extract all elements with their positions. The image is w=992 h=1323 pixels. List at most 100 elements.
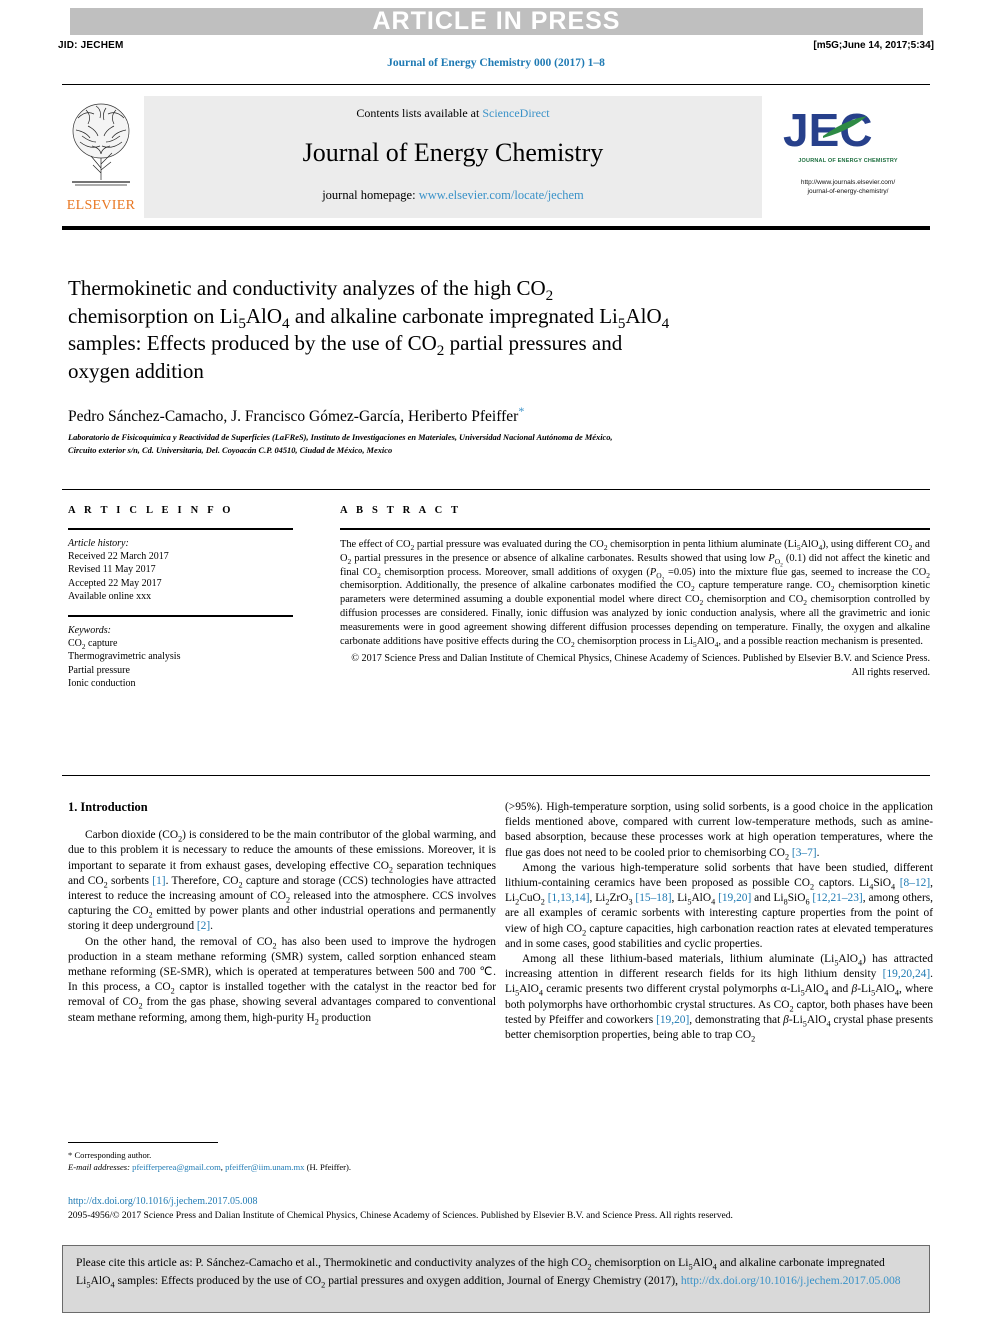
cite-mid-6: partial pressures and oxygen addition, J…	[325, 1273, 681, 1287]
citation-link[interactable]: [19,20]	[718, 892, 751, 904]
citation-link[interactable]: [8–12]	[900, 877, 930, 889]
footnote-rule	[68, 1142, 218, 1143]
masthead-bottom-rule	[62, 226, 930, 230]
article-info-rule	[68, 528, 293, 530]
citation-link[interactable]: [1]	[152, 875, 165, 887]
citation-link[interactable]: [12,21–23]	[812, 892, 862, 904]
title-part-2d: AlO	[625, 303, 662, 328]
cite-prefix: Please cite this article as: P. Sánchez-…	[76, 1256, 588, 1269]
paragraph: Carbon dioxide (CO2) is considered to be…	[68, 829, 497, 933]
article-info-column: A R T I C L E I N F O Article history: R…	[68, 505, 293, 690]
email-link-2[interactable]: pfeiffer@iim.unam.mx	[225, 1162, 304, 1172]
body-column-left: 1. Introduction Carbon dioxide (CO2) is …	[68, 800, 496, 1026]
keywords-block: Keywords: CO2 capture Thermogravimetric …	[68, 624, 293, 690]
title-sub-2: 5	[238, 315, 246, 332]
abstract-rule	[340, 528, 930, 530]
jec-logo-subtitle: JOURNAL OF ENERGY CHEMISTRY	[798, 158, 898, 164]
cite-this-article-box: Please cite this article as: P. Sánchez-…	[62, 1245, 930, 1313]
paragraph: On the other hand, the removal of CO2 ha…	[68, 935, 497, 1026]
masthead-top-rule	[62, 84, 930, 85]
article-history-block: Article history: Received 22 March 2017 …	[68, 537, 293, 603]
jec-logo-panel: JEC JOURNAL OF ENERGY CHEMISTRY http://w…	[766, 96, 930, 218]
elsevier-wordmark: ELSEVIER	[66, 198, 136, 213]
elsevier-logo: ELSEVIER	[62, 96, 140, 218]
email-suffix: (H. Pfeiffer).	[306, 1162, 352, 1172]
history-item: Received 22 March 2017	[68, 551, 169, 563]
affiliation-line-2: Circuito exterior s/n, Cd. Universitaria…	[68, 445, 393, 455]
title-sub-5: 4	[661, 315, 670, 332]
body-column-right: (>95%). High-temperature sorption, using…	[505, 800, 933, 1043]
cite-mid-2: AlO	[692, 1256, 713, 1269]
article-in-press-banner: ARTICLE IN PRESS	[70, 8, 923, 35]
affiliation-block: Laboratorio de Fisicoquímica y Reactivid…	[68, 432, 898, 457]
running-head: Journal of Energy Chemistry 000 (2017) 1…	[387, 57, 605, 69]
citation-link[interactable]: [19,20]	[656, 1014, 689, 1026]
contents-prefix: Contents lists available at	[356, 106, 483, 120]
keyword-item: Ionic conduction	[68, 677, 136, 689]
paragraph: Among all these lithium-based materials,…	[505, 953, 933, 1044]
title-part-2a: chemisorption on Li	[68, 303, 239, 328]
footer-copyright: 2095-4956/© 2017 Science Press and Dalia…	[68, 1210, 733, 1221]
sciencedirect-link[interactable]: ScienceDirect	[482, 106, 549, 120]
jec-logo-graphic: JEC	[766, 104, 930, 161]
abstract-body: The effect of CO2 partial pressure was e…	[340, 539, 931, 649]
corresponding-author-note: * Corresponding author.	[68, 1150, 152, 1160]
citation-link[interactable]: [3–7]	[792, 847, 817, 859]
cite-mid-1: chemisorption on Li	[591, 1256, 689, 1269]
homepage-prefix: journal homepage:	[322, 188, 419, 202]
author-list: Pedro Sánchez-Camacho, J. Francisco Góme…	[68, 404, 888, 426]
abstract-column: A B S T R A C T The effect of CO2 partia…	[340, 505, 930, 680]
journal-masthead: ELSEVIER Contents lists available at Sci…	[62, 96, 930, 218]
paragraph: Among the various high-temperature solid…	[505, 861, 934, 950]
cite-mid-4: AlO	[90, 1273, 111, 1287]
keyword-item: Partial pressure	[68, 664, 130, 676]
email-note: E-mail addresses: pfeifferperea@gmail.co…	[68, 1162, 352, 1172]
build-tag-label: [m5G;June 14, 2017;5:34]	[813, 40, 934, 51]
title-part-3b: partial pressures and	[444, 331, 623, 355]
journal-title: Journal of Energy Chemistry	[302, 138, 604, 167]
journal-homepage-line: journal homepage: www.elsevier.com/locat…	[144, 188, 762, 203]
footnote-block: * Corresponding author. E-mail addresses…	[68, 1149, 498, 1173]
title-part-2c: and alkaline carbonate impregnated Li	[289, 303, 618, 328]
affiliation-line-1: Laboratorio de Fisicoquímica y Reactivid…	[68, 433, 613, 442]
title-sub-3: 4	[282, 315, 290, 332]
history-item: Accepted 22 May 2017	[68, 577, 162, 589]
paragraph: (>95%). High-temperature sorption, using…	[505, 801, 933, 861]
contents-panel: Contents lists available at ScienceDirec…	[144, 96, 762, 218]
citation-link[interactable]: [15–18]	[635, 892, 671, 904]
corresponding-author-marker: *	[518, 404, 525, 418]
section-heading-introduction: 1. Introduction	[68, 800, 148, 814]
title-part-2b: AlO	[245, 303, 283, 328]
author-names: Pedro Sánchez-Camacho, J. Francisco Góme…	[68, 408, 519, 426]
info-section-top-rule	[62, 489, 930, 490]
citation-link[interactable]: [19,20,24]	[883, 968, 930, 980]
jec-url-line-1: http://www.journals.elsevier.com/	[800, 179, 896, 186]
title-part-3: samples: Effects produced by the use of …	[68, 331, 437, 355]
email-label: E-mail addresses:	[68, 1162, 130, 1172]
article-info-heading: A R T I C L E I N F O	[68, 505, 234, 516]
citation-link[interactable]: [2]	[197, 920, 210, 932]
title-part-4: oxygen addition	[68, 358, 204, 383]
body-top-rule	[62, 775, 930, 776]
abstract-copyright: © 2017 Science Press and Dalian Institut…	[351, 653, 930, 679]
article-history-label: Article history:	[68, 538, 129, 549]
doi-link[interactable]: http://dx.doi.org/10.1016/j.jechem.2017.…	[68, 1196, 258, 1207]
jec-url-line-2: journal-of-energy-chemistry/	[807, 188, 889, 195]
history-item: Revised 11 May 2017	[68, 564, 156, 576]
cite-mid-5: samples: Effects produced by the use of …	[114, 1273, 322, 1287]
history-item: Available online xxx	[68, 590, 152, 602]
title-part-1: Thermokinetic and conductivity analyzes …	[68, 276, 546, 300]
journal-homepage-link[interactable]: www.elsevier.com/locate/jechem	[419, 188, 584, 202]
cite-doi-link[interactable]: http://dx.doi.org/10.1016/j.jechem.2017.…	[681, 1274, 901, 1287]
journal-id-label: JID: JECHEM	[58, 40, 124, 51]
email-link-1[interactable]: pfeifferperea@gmail.com	[132, 1162, 221, 1172]
keyword-item: CO2 capture	[68, 638, 118, 652]
article-in-press-label: ARTICLE IN PRESS	[372, 7, 621, 35]
citation-link[interactable]: [1,13,14]	[548, 892, 590, 904]
jec-url-lines: http://www.journals.elsevier.com/ journa…	[766, 178, 930, 196]
paper-page: ARTICLE IN PRESS JID: JECHEM [m5G;June 1…	[0, 0, 992, 1323]
abstract-heading: A B S T R A C T	[340, 505, 462, 516]
title-sub-1: 2	[545, 288, 554, 305]
svg-text:JEC: JEC	[783, 104, 872, 156]
jec-logo-icon: JEC	[783, 104, 872, 156]
